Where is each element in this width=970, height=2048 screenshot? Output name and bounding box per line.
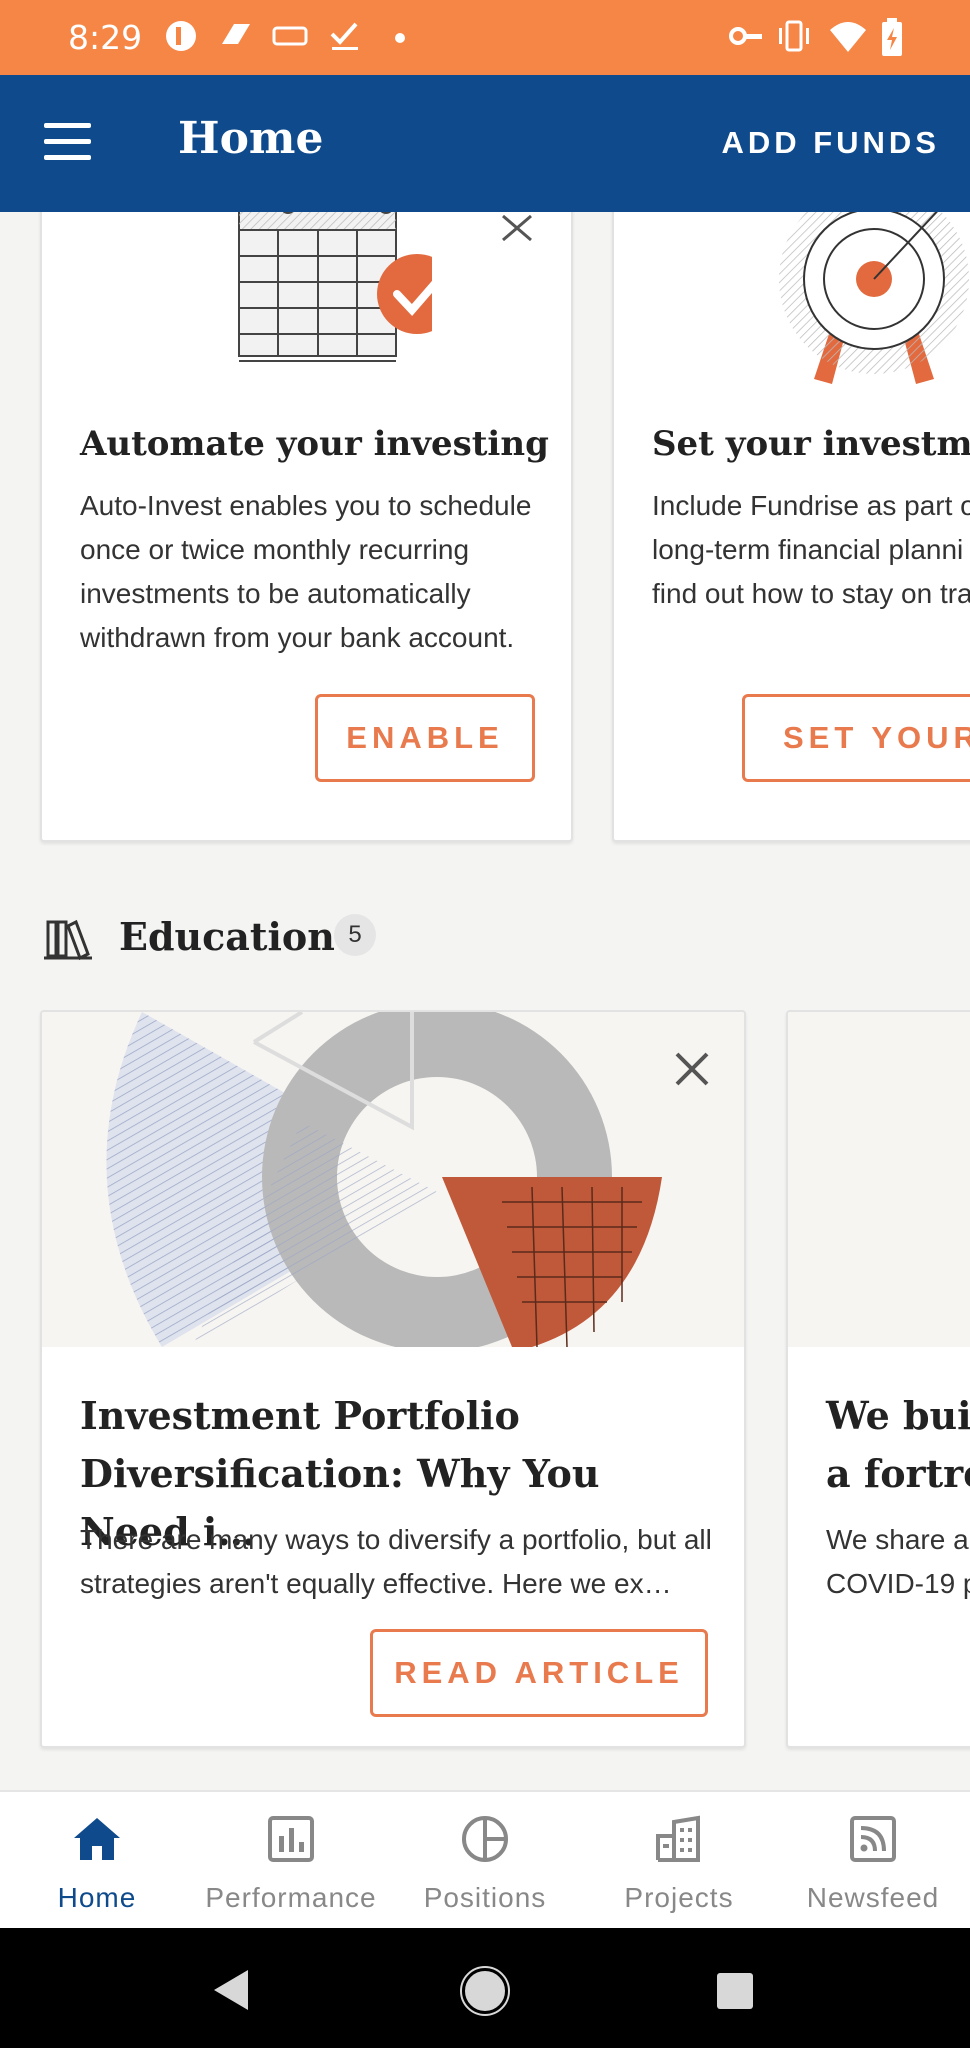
nav-newsfeed-label: Newsfeed <box>806 1882 940 1913</box>
nav-home[interactable]: Home <box>0 1792 194 1930</box>
home-feed[interactable]: Automate your investing Auto-Invest enab… <box>0 212 970 1790</box>
auto-invest-card: Automate your investing Auto-Invest enab… <box>40 212 573 842</box>
page-title: Home <box>178 113 324 164</box>
system-nav-bar <box>0 1928 970 2048</box>
education-title: Education <box>119 914 335 959</box>
nav-home-label: Home <box>57 1882 137 1913</box>
app-bar: Home ADD FUNDS <box>0 75 970 212</box>
investment-goal-body: Include Fundrise as part o long-term fin… <box>652 490 970 609</box>
article-excerpt: There are many ways to diversify a portf… <box>80 1524 712 1599</box>
article-illustration <box>42 1012 744 1347</box>
pie-chart-icon <box>462 1816 508 1862</box>
app-icon <box>166 21 196 51</box>
enable-button[interactable]: ENABLE <box>315 694 535 782</box>
battery-charging-icon <box>882 18 902 56</box>
article-card-2[interactable]: We buil a fortres We share a c COVID-19 … <box>786 1010 970 1748</box>
article-card[interactable]: Investment Portfolio Diversification: Wh… <box>40 1010 746 1748</box>
nav-positions-label: Positions <box>423 1882 547 1913</box>
investment-goal-card: Set your investmen Include Fundrise as p… <box>612 212 970 842</box>
set-your-goal-button[interactable]: SET YOUR <box>742 694 970 782</box>
add-funds-button[interactable]: ADD FUNDS <box>721 125 940 161</box>
status-bar: 8:29 <box>0 0 970 75</box>
bar-chart-icon <box>268 1816 314 1862</box>
article-title-2[interactable]: We buil a fortres <box>826 1387 970 1503</box>
books-icon <box>44 919 92 961</box>
ticket-icon <box>272 26 308 46</box>
investment-goal-title: Set your investmen <box>652 424 970 464</box>
education-count-badge: 5 <box>334 914 376 956</box>
home-circle-icon[interactable] <box>460 1966 510 2016</box>
article-illustration-2 <box>788 1012 970 1347</box>
auto-invest-body: Auto-Invest enables you to schedule once… <box>80 490 532 653</box>
nav-projects-label: Projects <box>624 1882 734 1913</box>
bottom-navigation: Home Performance Positions Projects News… <box>0 1790 970 1928</box>
status-time: 8:29 <box>68 18 143 57</box>
auto-invest-title: Automate your investing <box>80 424 549 464</box>
sling-icon <box>222 24 250 44</box>
wifi-icon <box>830 22 866 52</box>
article-excerpt-2: We share a c COVID-19 pa <box>826 1524 970 1599</box>
read-article-button[interactable]: READ ARTICLE <box>370 1629 708 1717</box>
menu-icon[interactable] <box>44 123 94 161</box>
nav-projects[interactable]: Projects <box>582 1792 776 1930</box>
nav-newsfeed[interactable]: Newsfeed <box>776 1792 970 1930</box>
buildings-icon <box>656 1815 700 1862</box>
target-illustration <box>779 212 969 384</box>
vibrate-icon <box>779 20 809 52</box>
nav-performance[interactable]: Performance <box>194 1792 388 1930</box>
check-icon <box>330 22 358 50</box>
rss-icon <box>850 1816 896 1862</box>
close-icon[interactable] <box>497 212 537 244</box>
dot-icon <box>395 33 405 43</box>
back-icon[interactable] <box>210 1968 250 2012</box>
nav-performance-label: Performance <box>205 1882 377 1913</box>
vpn-key-icon <box>729 27 762 45</box>
recents-icon[interactable] <box>715 1971 755 2011</box>
calendar-illustration <box>238 212 432 362</box>
nav-positions[interactable]: Positions <box>388 1792 582 1930</box>
home-icon <box>74 1818 120 1860</box>
